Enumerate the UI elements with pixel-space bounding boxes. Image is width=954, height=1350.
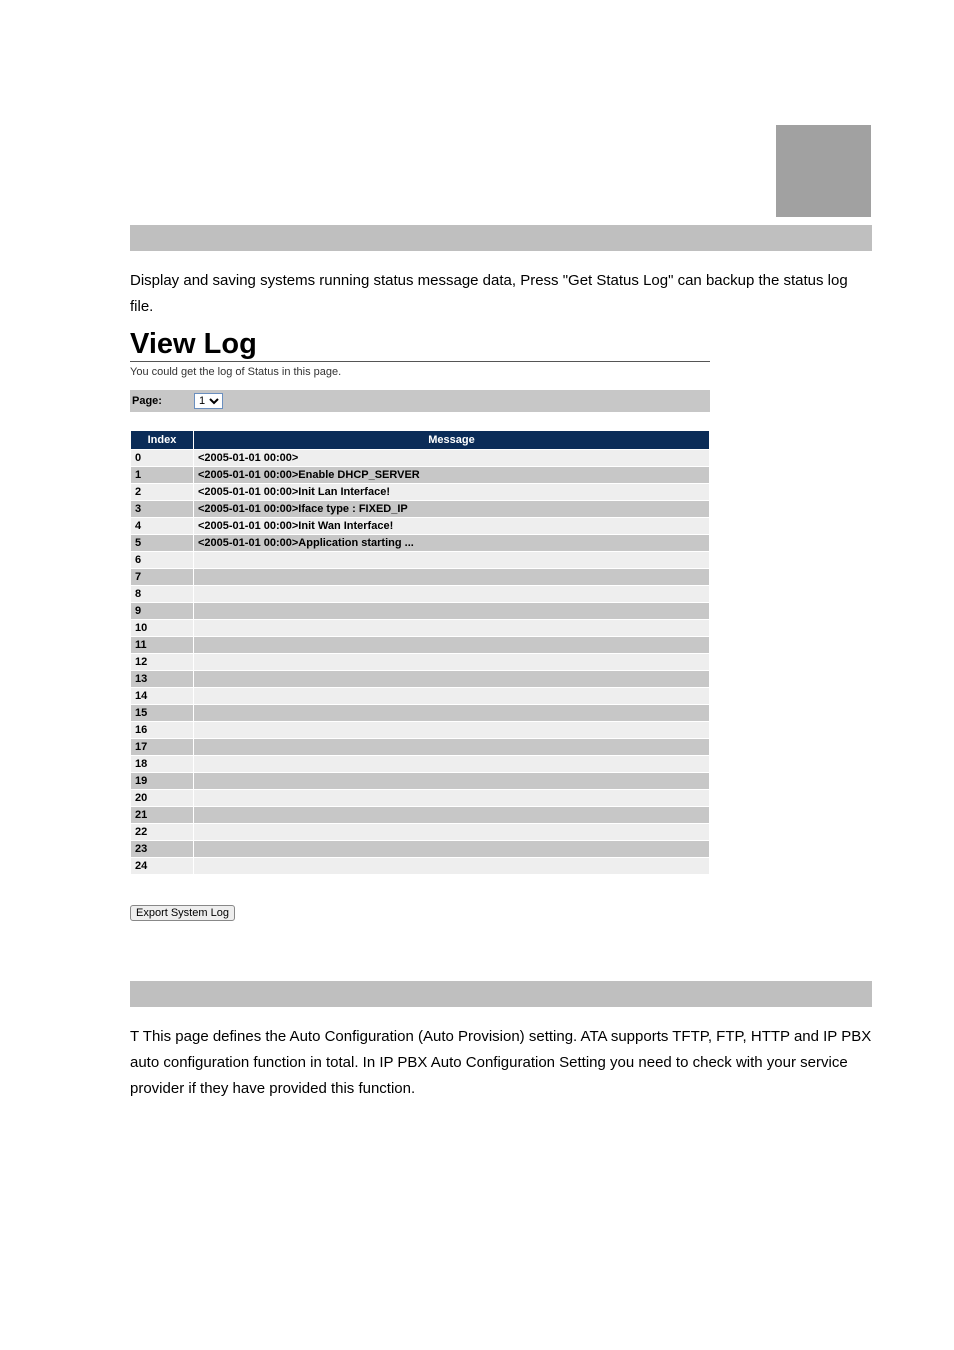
log-index-cell: 17	[131, 739, 193, 755]
log-message-cell	[194, 637, 709, 653]
log-index-cell: 14	[131, 688, 193, 704]
log-message-cell	[194, 858, 709, 874]
table-row: 9	[131, 603, 709, 619]
log-message-cell: <2005-01-01 00:00>Init Wan Interface!	[194, 518, 709, 534]
log-message-cell	[194, 705, 709, 721]
table-row: 15	[131, 705, 709, 721]
log-index-cell: 5	[131, 535, 193, 551]
table-row: 10	[131, 620, 709, 636]
log-message-cell	[194, 824, 709, 840]
table-row: 0<2005-01-01 00:00>	[131, 450, 709, 466]
log-col-message: Message	[194, 431, 709, 449]
log-index-cell: 20	[131, 790, 193, 806]
log-message-cell: <2005-01-01 00:00>Iface type : FIXED_IP	[194, 501, 709, 517]
log-index-cell: 21	[131, 807, 193, 823]
log-index-cell: 8	[131, 586, 193, 602]
log-message-cell	[194, 586, 709, 602]
table-row: 22	[131, 824, 709, 840]
table-row: 17	[131, 739, 709, 755]
table-row: 1<2005-01-01 00:00>Enable DHCP_SERVER	[131, 467, 709, 483]
status-log-intro-text: Display and saving systems running statu…	[130, 268, 872, 320]
log-index-cell: 19	[131, 773, 193, 789]
table-row: 4<2005-01-01 00:00>Init Wan Interface!	[131, 518, 709, 534]
table-row: 12	[131, 654, 709, 670]
table-row: 19	[131, 773, 709, 789]
log-message-cell	[194, 807, 709, 823]
log-index-cell: 13	[131, 671, 193, 687]
log-index-cell: 4	[131, 518, 193, 534]
log-index-cell: 16	[131, 722, 193, 738]
log-index-cell: 18	[131, 756, 193, 772]
table-row: 20	[131, 790, 709, 806]
view-log-panel: View Log You could get the log of Status…	[130, 328, 710, 921]
table-row: 14	[131, 688, 709, 704]
log-index-cell: 6	[131, 552, 193, 568]
log-message-cell	[194, 722, 709, 738]
log-index-cell: 24	[131, 858, 193, 874]
log-table: Index Message 0<2005-01-01 00:00>1<2005-…	[130, 430, 710, 875]
log-message-cell: <2005-01-01 00:00>Init Lan Interface!	[194, 484, 709, 500]
log-message-cell	[194, 841, 709, 857]
log-index-cell: 22	[131, 824, 193, 840]
log-index-cell: 7	[131, 569, 193, 585]
table-row: 7	[131, 569, 709, 585]
log-index-cell: 10	[131, 620, 193, 636]
section-heading-bar-2	[130, 981, 872, 1007]
log-index-cell: 0	[131, 450, 193, 466]
table-row: 18	[131, 756, 709, 772]
log-index-cell: 1	[131, 467, 193, 483]
view-log-subtitle: You could get the log of Status in this …	[130, 366, 710, 378]
table-row: 2<2005-01-01 00:00>Init Lan Interface!	[131, 484, 709, 500]
log-message-cell	[194, 688, 709, 704]
log-message-cell	[194, 773, 709, 789]
log-message-cell	[194, 739, 709, 755]
table-row: 11	[131, 637, 709, 653]
log-index-cell: 23	[131, 841, 193, 857]
table-row: 3<2005-01-01 00:00>Iface type : FIXED_IP	[131, 501, 709, 517]
table-row: 21	[131, 807, 709, 823]
auto-config-intro-text: T This page defines the Auto Configurati…	[130, 1024, 872, 1102]
log-index-cell: 9	[131, 603, 193, 619]
log-message-cell	[194, 671, 709, 687]
table-row: 13	[131, 671, 709, 687]
log-index-cell: 2	[131, 484, 193, 500]
table-row: 5<2005-01-01 00:00>Application starting …	[131, 535, 709, 551]
page-corner-block	[776, 125, 871, 217]
page-label: Page:	[132, 395, 194, 407]
log-message-cell	[194, 790, 709, 806]
page-select[interactable]: 1	[194, 393, 223, 409]
log-message-cell	[194, 603, 709, 619]
log-message-cell	[194, 620, 709, 636]
log-message-cell	[194, 654, 709, 670]
section-heading-bar-1	[130, 225, 872, 251]
log-index-cell: 12	[131, 654, 193, 670]
page-selector-row: Page: 1	[130, 390, 710, 412]
table-row: 23	[131, 841, 709, 857]
log-index-cell: 3	[131, 501, 193, 517]
log-message-cell: <2005-01-01 00:00>Enable DHCP_SERVER	[194, 467, 709, 483]
log-index-cell: 15	[131, 705, 193, 721]
log-col-index: Index	[131, 431, 193, 449]
log-message-cell: <2005-01-01 00:00>	[194, 450, 709, 466]
export-system-log-button[interactable]: Export System Log	[130, 905, 235, 921]
table-row: 6	[131, 552, 709, 568]
log-message-cell	[194, 569, 709, 585]
log-message-cell	[194, 552, 709, 568]
table-row: 8	[131, 586, 709, 602]
table-row: 24	[131, 858, 709, 874]
table-row: 16	[131, 722, 709, 738]
view-log-title: View Log	[130, 328, 710, 362]
log-message-cell	[194, 756, 709, 772]
log-message-cell: <2005-01-01 00:00>Application starting .…	[194, 535, 709, 551]
log-index-cell: 11	[131, 637, 193, 653]
